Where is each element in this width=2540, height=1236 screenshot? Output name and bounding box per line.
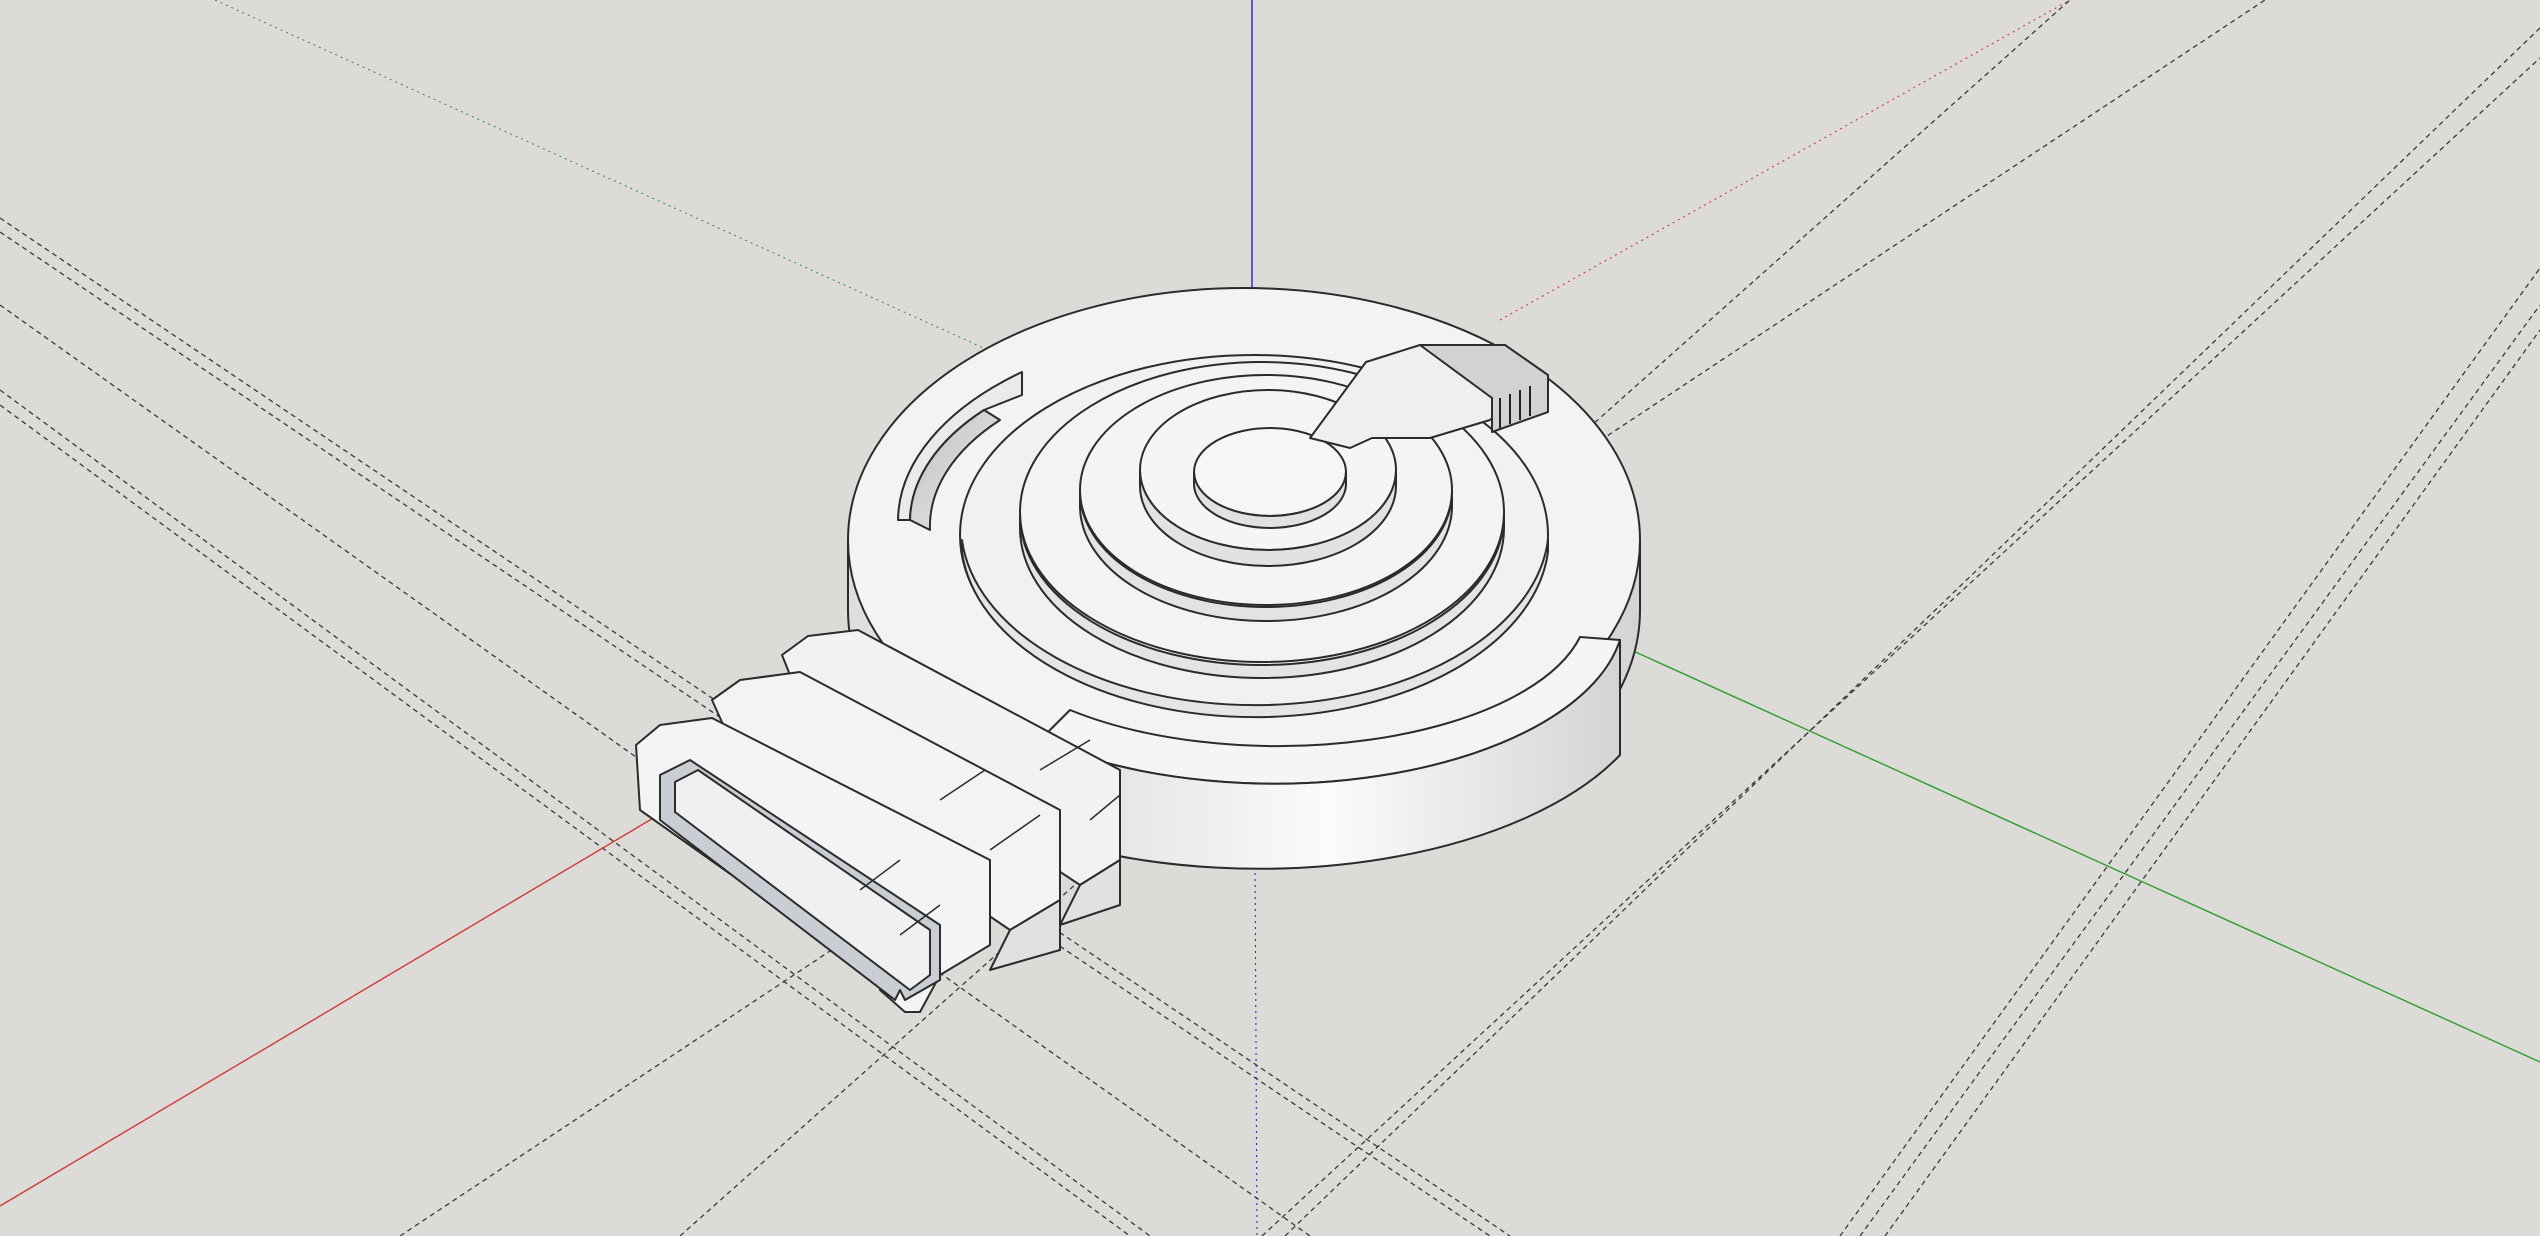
model-scene[interactable] <box>0 0 2540 1236</box>
guide-line <box>1839 267 2540 1236</box>
green-axis-negative <box>214 0 1011 361</box>
green-axis <box>1619 644 2540 1063</box>
sketchup-viewport[interactable] <box>0 0 2540 1236</box>
guide-line <box>1859 304 2540 1236</box>
red-axis <box>0 813 661 1207</box>
red-axis-negative <box>1499 0 2071 321</box>
blue-axis-negative <box>1254 854 1258 1236</box>
guide-line <box>1884 329 2540 1236</box>
